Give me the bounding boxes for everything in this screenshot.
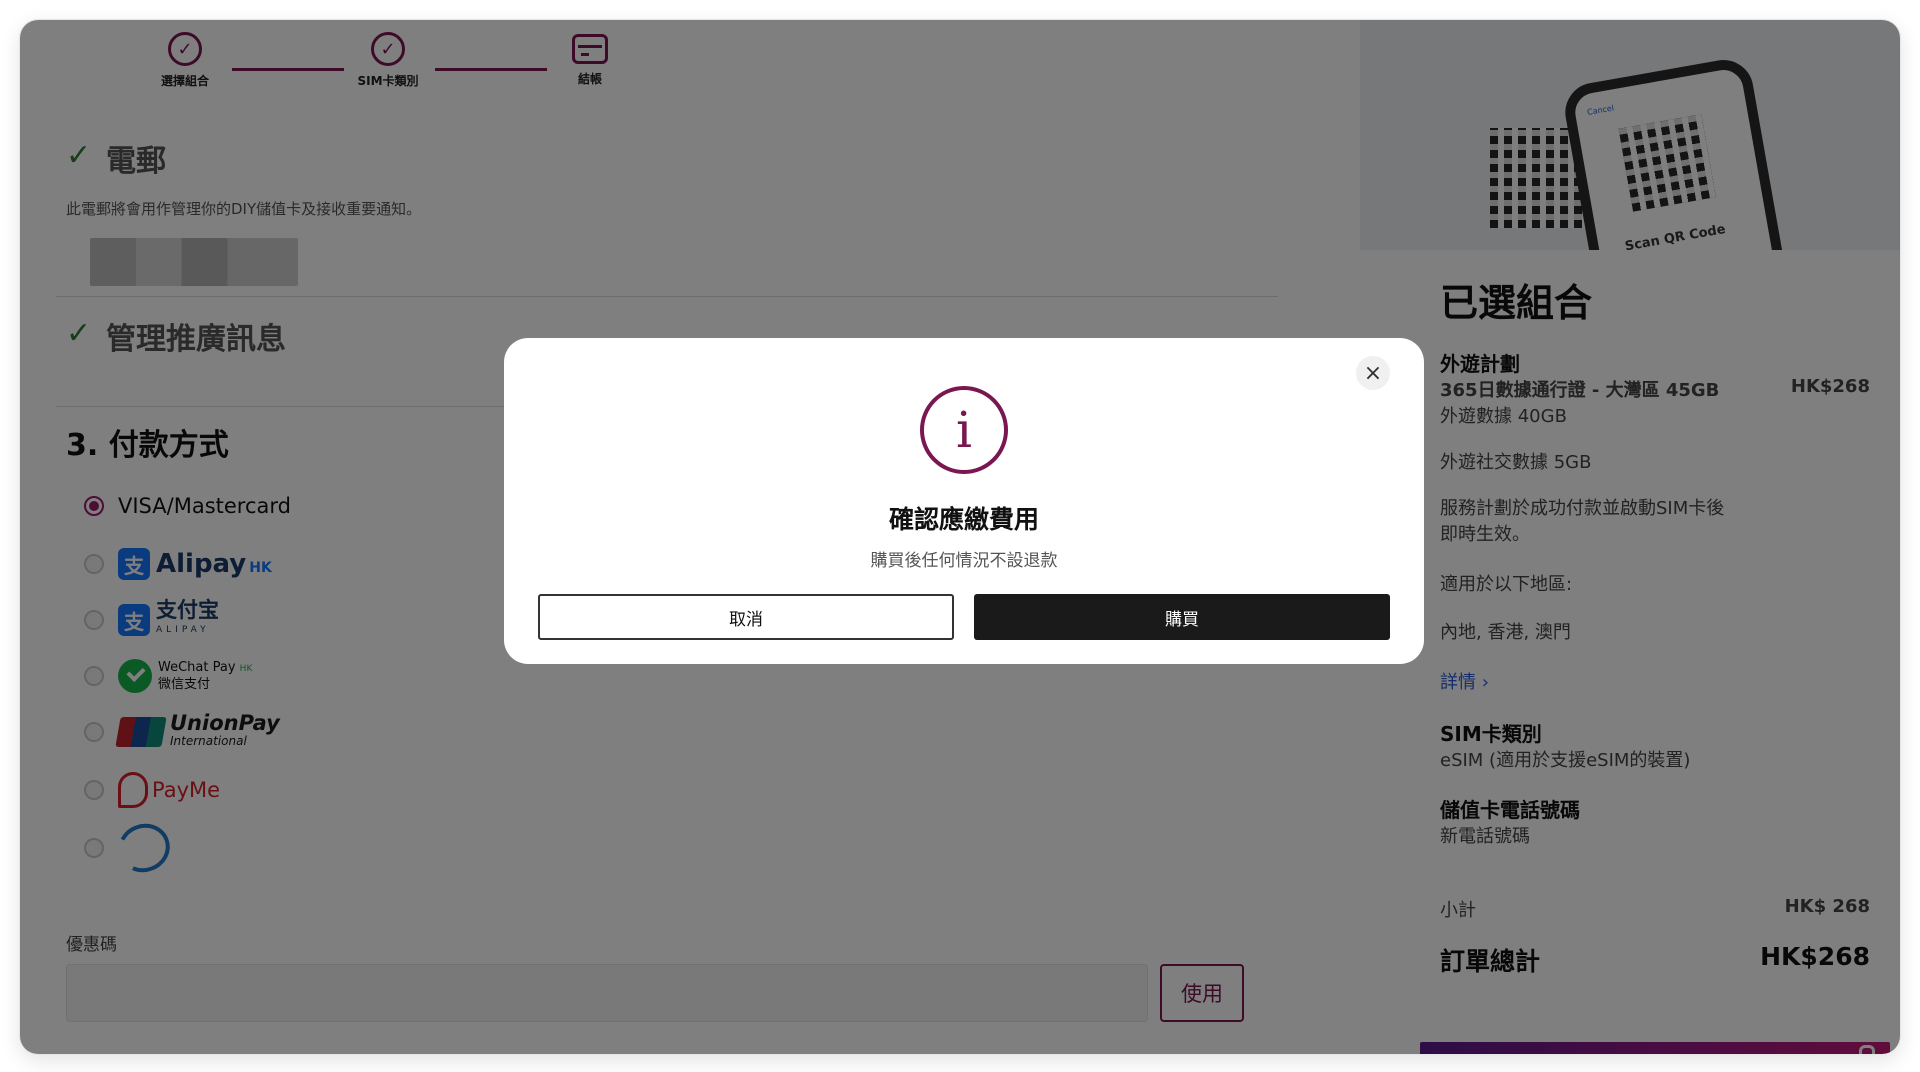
close-icon[interactable]: × [1356, 356, 1390, 390]
buy-button[interactable]: 購買 [974, 594, 1390, 640]
dialog-subtitle: 購買後任何情況不設退款 [870, 551, 1058, 571]
confirm-payment-dialog: × i 確認應繳費用 購買後任何情況不設退款 取消 購買 [504, 338, 1424, 664]
info-icon: i [920, 386, 1008, 474]
dialog-title: 確認應繳費用 [888, 505, 1039, 534]
cancel-button[interactable]: 取消 [538, 594, 954, 640]
app-frame: ✓ 選擇組合 ✓ SIM卡類別 結帳 ✓ 電郵 此電郵將會用作管理你的DIY儲值… [20, 20, 1900, 1054]
